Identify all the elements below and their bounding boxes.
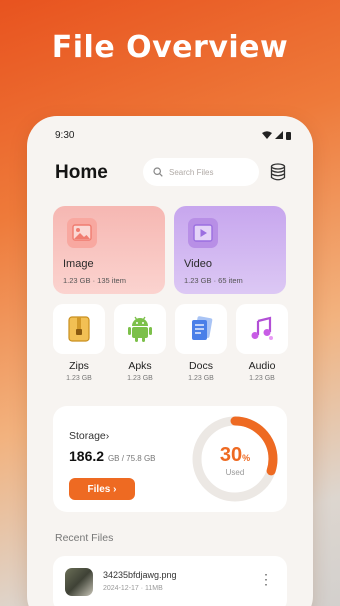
category-image-meta: 1.23 GB · 135 item bbox=[63, 276, 126, 285]
storage-used-label: Used bbox=[225, 468, 245, 477]
storage-total: GB / 75.8 GB bbox=[107, 454, 156, 463]
storage-used: 186.2 GB / 75.8 GB bbox=[69, 448, 156, 464]
category-audio[interactable]: Audio 1.23 GB bbox=[236, 304, 288, 382]
phone-screen: 9:30 Home Search Files Image 1.23 GB · 1… bbox=[27, 116, 313, 606]
category-audio-label: Audio bbox=[248, 360, 276, 372]
category-audio-size: 1.23 GB bbox=[249, 375, 275, 382]
category-image-label: Image bbox=[63, 258, 94, 270]
category-apks[interactable]: Apks 1.23 GB bbox=[114, 304, 166, 382]
battery-icon bbox=[286, 131, 291, 140]
status-time: 9:30 bbox=[55, 129, 75, 141]
more-icon[interactable]: ⋮ bbox=[259, 572, 273, 586]
document-icon bbox=[192, 316, 213, 340]
storage-percent-unit: % bbox=[242, 453, 251, 463]
video-icon bbox=[188, 218, 218, 248]
category-zips-label: Zips bbox=[69, 360, 89, 372]
search-input[interactable]: Search Files bbox=[143, 158, 259, 186]
category-docs-size: 1.23 GB bbox=[188, 375, 214, 382]
category-docs[interactable]: Docs 1.23 GB bbox=[175, 304, 227, 382]
category-image-card[interactable]: Image 1.23 GB · 135 item bbox=[53, 206, 165, 294]
storage-card[interactable]: Storage› 186.2 GB / 75.8 GB Files › 30% … bbox=[53, 406, 287, 512]
status-icons bbox=[262, 131, 291, 140]
zip-tile bbox=[53, 304, 105, 354]
image-icon bbox=[67, 218, 97, 248]
page-title: Home bbox=[55, 162, 108, 183]
category-apks-label: Apks bbox=[128, 360, 152, 372]
audio-tile bbox=[236, 304, 288, 354]
storage-label[interactable]: Storage› bbox=[69, 430, 109, 442]
file-meta: 2024-12-17 · 11MB bbox=[103, 585, 163, 592]
wifi-icon bbox=[262, 131, 272, 139]
category-docs-label: Docs bbox=[189, 360, 213, 372]
doc-tile bbox=[175, 304, 227, 354]
promo-headline: File Overview bbox=[51, 30, 289, 65]
database-icon[interactable] bbox=[270, 163, 286, 181]
search-placeholder: Search Files bbox=[169, 167, 214, 177]
search-icon bbox=[153, 167, 163, 177]
signal-icon bbox=[275, 131, 283, 139]
file-thumbnail bbox=[65, 568, 93, 596]
category-zips-size: 1.23 GB bbox=[66, 375, 92, 382]
status-bar: 9:30 bbox=[55, 128, 291, 142]
files-button[interactable]: Files › bbox=[69, 478, 135, 500]
file-name: 34235bfdjawg.png bbox=[103, 570, 177, 580]
storage-used-value: 186.2 bbox=[69, 448, 105, 464]
zip-icon bbox=[68, 316, 90, 342]
category-apks-size: 1.23 GB bbox=[127, 375, 153, 382]
apk-tile bbox=[114, 304, 166, 354]
category-video-card[interactable]: Video 1.23 GB · 65 item bbox=[174, 206, 286, 294]
category-zips[interactable]: Zips 1.23 GB bbox=[53, 304, 105, 382]
storage-percent: 30% bbox=[187, 444, 283, 467]
category-video-meta: 1.23 GB · 65 item bbox=[184, 276, 243, 285]
category-video-label: Video bbox=[184, 258, 212, 270]
storage-percent-value: 30 bbox=[219, 444, 243, 466]
music-icon bbox=[251, 316, 273, 340]
recent-files-title: Recent Files bbox=[55, 532, 114, 544]
list-item[interactable]: 34235bfdjawg.png 2024-12-17 · 11MB ⋮ bbox=[53, 556, 287, 606]
android-icon bbox=[128, 316, 152, 342]
